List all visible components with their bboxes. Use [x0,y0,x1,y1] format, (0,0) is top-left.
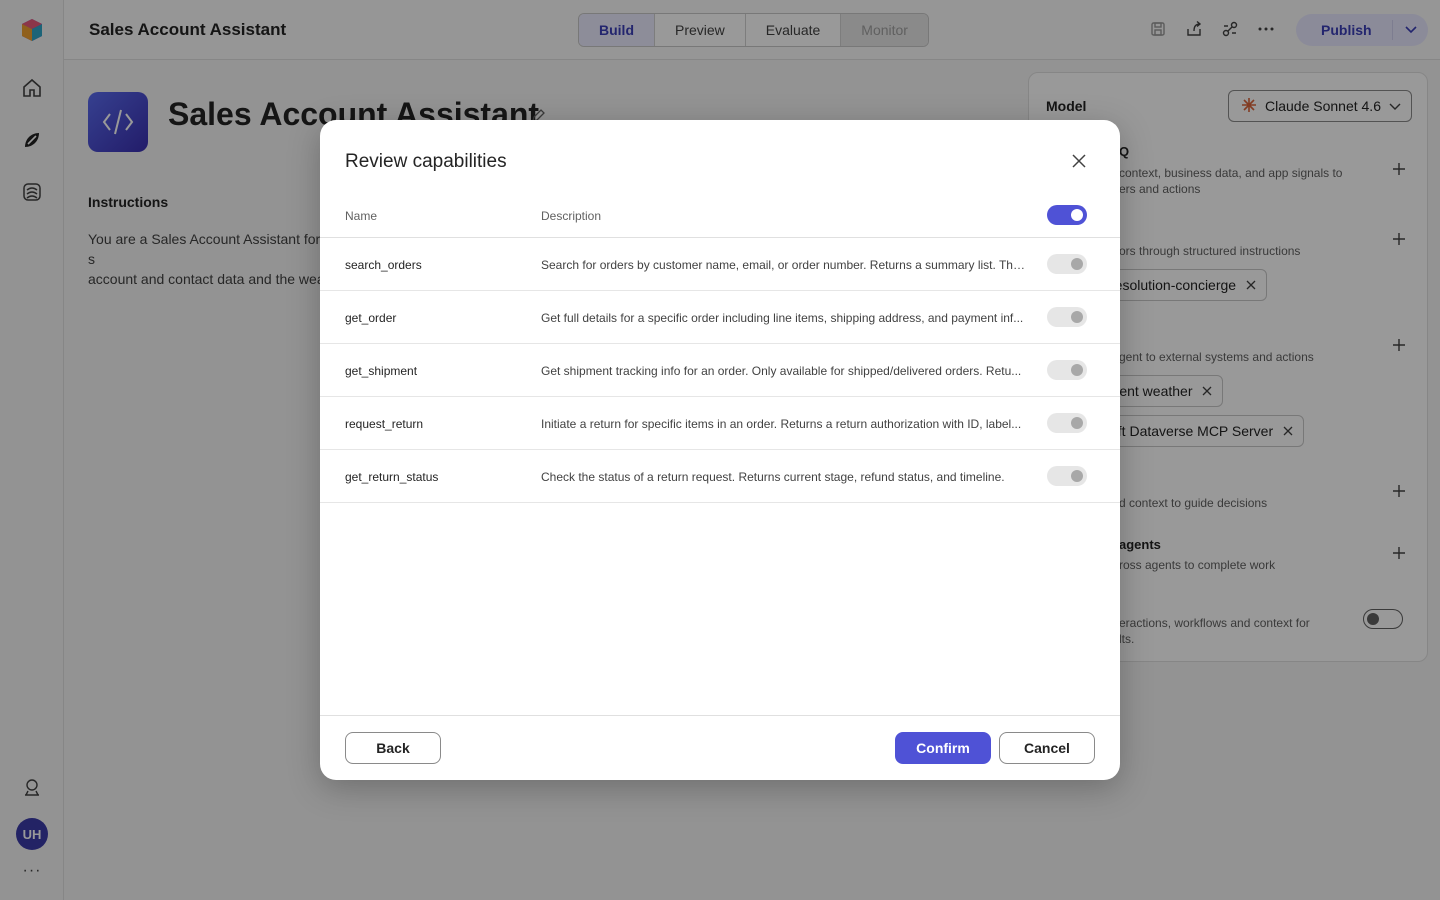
capability-toggle[interactable] [1047,307,1087,327]
capability-name: request_return [345,417,424,431]
capability-description: Search for orders by customer name, emai… [541,258,1025,272]
column-header-name: Name [345,209,378,223]
capability-name: get_order [345,311,397,325]
confirm-button[interactable]: Confirm [895,732,991,764]
capability-toggle[interactable] [1047,360,1087,380]
table-row: search_orders Search for orders by custo… [320,238,1120,291]
table-row: request_return Initiate a return for spe… [320,397,1120,450]
back-button[interactable]: Back [345,732,441,764]
capability-description: Get full details for a specific order in… [541,311,1024,325]
table-row: get_return_status Check the status of a … [320,450,1120,503]
capability-description: Check the status of a return request. Re… [541,470,1005,484]
cancel-button[interactable]: Cancel [999,732,1095,764]
close-icon[interactable] [1068,150,1090,172]
footer-divider [320,715,1120,716]
capability-toggle[interactable] [1047,254,1087,274]
capability-name: get_shipment [345,364,418,378]
table-row: get_order Get full details for a specifi… [320,291,1120,344]
select-all-toggle[interactable] [1047,205,1087,225]
capability-description: Get shipment tracking info for an order.… [541,364,1022,378]
column-header-description: Description [541,209,602,223]
capability-name: search_orders [345,258,422,272]
review-capabilities-dialog: Review capabilities Name Description sea… [320,120,1120,780]
dialog-title: Review capabilities [345,151,507,172]
capability-name: get_return_status [345,470,439,484]
capability-description: Initiate a return for specific items in … [541,417,1022,431]
capability-toggle[interactable] [1047,466,1087,486]
capability-toggle[interactable] [1047,413,1087,433]
table-row: get_shipment Get shipment tracking info … [320,344,1120,397]
